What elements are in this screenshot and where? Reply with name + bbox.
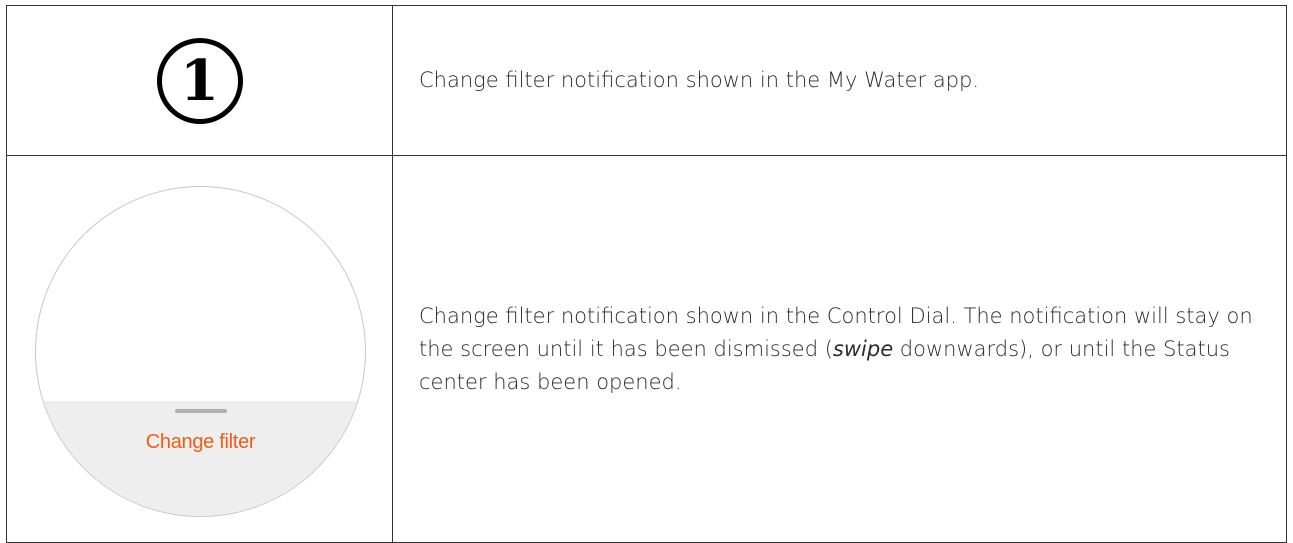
dial-description-emphasis: swipe: [832, 336, 894, 361]
dial-description: Change filter notification shown in the …: [392, 155, 1287, 543]
notification-banner[interactable]: Change filter: [36, 401, 365, 516]
table-row: Change filter Change filter notification…: [6, 155, 1287, 543]
swipe-handle-icon[interactable]: [174, 409, 227, 413]
step-number-icon: 1: [156, 37, 243, 124]
table-row: 1 Change filter notification shown in th…: [6, 5, 1287, 156]
notification-label: Change filter: [145, 431, 256, 453]
instruction-table: 1 Change filter notification shown in th…: [6, 5, 1287, 543]
step-cell: 1: [6, 5, 393, 156]
step-description: Change filter notification shown in the …: [392, 5, 1287, 156]
control-dial-screen: Change filter: [35, 186, 366, 517]
dial-illustration-cell: Change filter: [6, 155, 393, 543]
